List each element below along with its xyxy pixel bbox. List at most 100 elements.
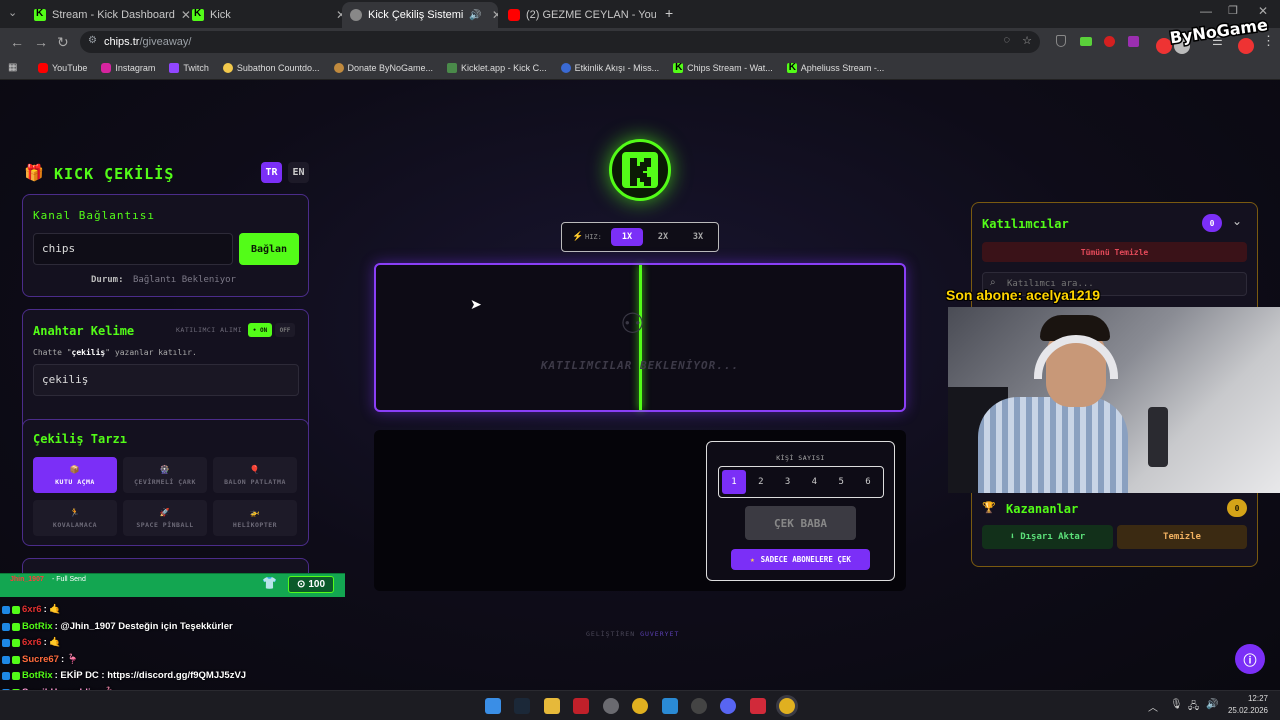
chat-username: BotRix bbox=[22, 621, 53, 632]
connect-button[interactable]: Bağlan bbox=[239, 233, 299, 265]
chat-message: : 🤙 bbox=[43, 637, 62, 648]
maps-icon[interactable] bbox=[750, 698, 766, 714]
count-1-button[interactable]: 1 bbox=[722, 470, 746, 494]
platform-badge-icon bbox=[2, 671, 10, 680]
bookmark-donate[interactable]: Donate ByNoGame... bbox=[333, 62, 434, 73]
style-chase[interactable]: 🏃 KOVALAMACA bbox=[33, 500, 117, 536]
bookmark-chips[interactable]: Chips Stream - Wat... bbox=[673, 62, 773, 73]
voice-app-icon[interactable] bbox=[573, 698, 589, 714]
style-helicopter[interactable]: 🚁 HELİKOPTER bbox=[213, 500, 297, 536]
chat-username: 6xr6 bbox=[22, 604, 42, 615]
bookmark-label: Donate ByNoGame... bbox=[347, 62, 434, 73]
network-icon[interactable]: 🖧 bbox=[1188, 699, 1199, 716]
tab-kick-cekilis[interactable]: Kick Çekiliş Sistemi 🔊 ✕ bbox=[342, 2, 498, 28]
draw-arena: ⚇ KATILIMCILAR BEKLENİYOR... bbox=[374, 263, 906, 412]
bookmark-kicklet[interactable]: Kicklet.app - Kick C... bbox=[447, 62, 547, 73]
bookmark-instagram[interactable]: Instagram bbox=[101, 62, 156, 73]
forward-icon[interactable]: → bbox=[34, 34, 48, 50]
count-5-button[interactable]: 5 bbox=[829, 470, 853, 494]
extension-icon[interactable] bbox=[1080, 37, 1092, 46]
reload-icon[interactable]: ↻ bbox=[57, 34, 69, 51]
lang-tr-button[interactable]: TR bbox=[261, 162, 282, 183]
participants-title: Katılımcılar bbox=[982, 217, 1069, 231]
platform-badge-icon bbox=[2, 638, 10, 647]
draw-button[interactable]: ÇEK BABA bbox=[745, 506, 856, 540]
info-button[interactable]: ⓘ bbox=[1235, 644, 1265, 674]
speed-1x-button[interactable]: 1X bbox=[611, 228, 643, 246]
bookmark-etkinlik[interactable]: Etkinlik Akışı - Miss... bbox=[560, 62, 660, 73]
toggle-off-button[interactable]: OFF bbox=[275, 323, 295, 337]
clock-date[interactable]: 25.02.2026 bbox=[1222, 706, 1268, 715]
eye-off-icon[interactable]: ◌ bbox=[1003, 34, 1010, 46]
speaker-icon[interactable]: 🔊 bbox=[469, 10, 481, 21]
bookmark-label: Etkinlik Akışı - Miss... bbox=[574, 62, 660, 73]
bookmark-youtube[interactable]: YouTube bbox=[38, 62, 88, 73]
new-tab-icon[interactable]: + bbox=[665, 5, 673, 21]
bookmark-subathon[interactable]: Subathon Countdo... bbox=[222, 62, 320, 73]
steelseries-icon[interactable] bbox=[691, 698, 707, 714]
bookmark-label: Instagram bbox=[115, 62, 156, 73]
volume-icon[interactable]: 🔊 bbox=[1206, 699, 1218, 710]
footer-author[interactable]: GUVERYET bbox=[640, 630, 679, 638]
bookmark-label: Apheliuss Stream -... bbox=[800, 62, 885, 73]
kick-icon bbox=[34, 8, 46, 21]
clear-all-button[interactable]: Tümünü Temizle bbox=[982, 242, 1247, 262]
person-shirt bbox=[978, 397, 1128, 493]
channel-input[interactable]: chips bbox=[33, 233, 233, 265]
kicklet-icon bbox=[447, 62, 458, 73]
bookmark-label: YouTube bbox=[52, 62, 88, 73]
count-3-button[interactable]: 3 bbox=[776, 470, 800, 494]
toggle-on-button[interactable]: • ON bbox=[248, 323, 272, 337]
speed-2x-button[interactable]: 2X bbox=[647, 228, 679, 246]
style-balloon[interactable]: 🎈 BALON PATLATMA bbox=[213, 457, 297, 493]
export-button[interactable]: ⬇ Dışarı Aktar bbox=[982, 525, 1113, 549]
app-icon[interactable] bbox=[662, 698, 678, 714]
url-field[interactable]: ⚙ chips.tr/giveaway/ ◌ ☆ bbox=[80, 31, 1040, 53]
close-tab-icon[interactable]: ✕ bbox=[492, 8, 498, 22]
chevron-down-icon[interactable]: ⌄ bbox=[1232, 214, 1242, 228]
channel-panel: Kanal Bağlantısı chips Bağlan Durum: Bağ… bbox=[22, 194, 309, 297]
clear-winners-button[interactable]: Temizle bbox=[1117, 525, 1247, 549]
bookmark-apheliuss[interactable]: Apheliuss Stream -... bbox=[786, 62, 885, 73]
windows-start-icon[interactable] bbox=[485, 698, 501, 714]
count-2-button[interactable]: 2 bbox=[749, 470, 773, 494]
speed-3x-button[interactable]: 3X bbox=[682, 228, 714, 246]
site-info-icon[interactable]: ⚙ bbox=[88, 35, 97, 46]
chrome-active-icon[interactable] bbox=[779, 698, 795, 714]
subs-only-button[interactable]: ★ SADECE ABONELERE ÇEK bbox=[731, 549, 870, 570]
extension-icon[interactable] bbox=[1104, 36, 1115, 47]
tab-kick-dashboard[interactable]: Stream - Kick Dashboard ✕ bbox=[26, 2, 196, 28]
keyword-input[interactable]: çekiliş bbox=[33, 364, 299, 396]
bookmark-twitch[interactable]: Twitch bbox=[169, 62, 209, 73]
apps-grid-icon[interactable]: ▦ bbox=[8, 62, 17, 73]
chrome-icon[interactable] bbox=[632, 698, 648, 714]
tray-chevron-icon[interactable]: ︿ bbox=[1148, 699, 1158, 714]
shield-icon[interactable] bbox=[1056, 35, 1066, 47]
style-box-open[interactable]: 📦 KUTU AÇMA bbox=[33, 457, 117, 493]
folder-icon[interactable] bbox=[544, 698, 560, 714]
user-badge-icon bbox=[12, 655, 20, 664]
footer-credit: GELİŞTİREN GUVERYET bbox=[586, 630, 679, 638]
count-6-button[interactable]: 6 bbox=[856, 470, 880, 494]
microphone-icon[interactable]: 🎙 bbox=[1170, 699, 1183, 710]
address-bar: ← → ↻ ⚙ chips.tr/giveaway/ ◌ ☆ ☰ ⋮ bbox=[0, 28, 1280, 56]
steam-icon[interactable] bbox=[514, 698, 530, 714]
tab-title: (2) GEZME CEYLAN - YouTube bbox=[526, 9, 656, 21]
discord-icon[interactable] bbox=[720, 698, 736, 714]
user-badge-icon bbox=[12, 605, 20, 614]
hint-text: " yazanlar katılır. bbox=[105, 348, 197, 357]
count-4-button[interactable]: 4 bbox=[802, 470, 826, 494]
tab-kick[interactable]: Kick ✕ bbox=[184, 2, 354, 28]
tab-list-icon[interactable]: ⌄ bbox=[8, 6, 17, 19]
tab-youtube[interactable]: (2) GEZME CEYLAN - YouTube ✕ bbox=[500, 2, 656, 28]
alert-amount: ⊙ 100 bbox=[288, 576, 334, 593]
back-icon[interactable]: ← bbox=[10, 34, 24, 50]
extension-icon[interactable] bbox=[1128, 36, 1139, 47]
clock-time[interactable]: 12:27 bbox=[1232, 694, 1268, 703]
style-wheel[interactable]: 🎡 ÇEVİRMELİ ÇARK bbox=[123, 457, 207, 493]
obs-icon[interactable] bbox=[603, 698, 619, 714]
giveaway-page: 🎁 KICK ÇEKİLİŞ TR EN Kanal Bağlantısı ch… bbox=[0, 80, 1280, 715]
style-pinball[interactable]: 🚀 SPACE PİNBALL bbox=[123, 500, 207, 536]
bookmark-star-icon[interactable]: ☆ bbox=[1022, 34, 1032, 47]
lang-en-button[interactable]: EN bbox=[288, 162, 309, 183]
